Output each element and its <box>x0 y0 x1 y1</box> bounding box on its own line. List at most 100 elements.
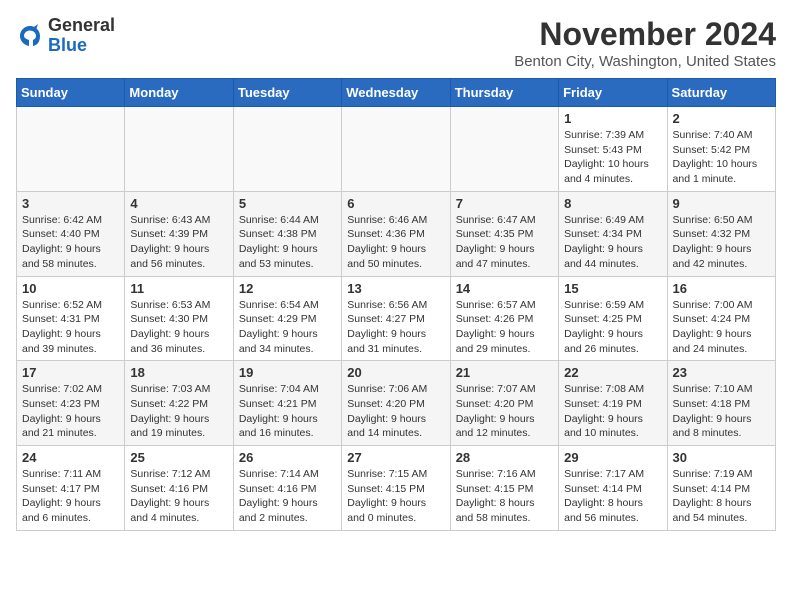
day-number: 20 <box>347 365 444 380</box>
calendar-cell <box>450 107 558 192</box>
location: Benton City, Washington, United States <box>514 53 776 70</box>
calendar-cell: 27 Sunrise: 7:15 AM Sunset: 4:15 PM Dayli… <box>342 446 450 531</box>
day-info: Sunrise: 7:03 AM Sunset: 4:22 PM Dayligh… <box>130 382 227 441</box>
day-info: Sunrise: 6:43 AM Sunset: 4:39 PM Dayligh… <box>130 213 227 272</box>
day-info: Sunrise: 7:12 AM Sunset: 4:16 PM Dayligh… <box>130 467 227 526</box>
calendar-body: 1 Sunrise: 7:39 AM Sunset: 5:43 PM Daylig… <box>17 107 776 531</box>
day-number: 6 <box>347 196 444 211</box>
day-number: 8 <box>564 196 661 211</box>
calendar: SundayMondayTuesdayWednesdayThursdayFrid… <box>16 78 776 531</box>
day-info: Sunrise: 7:16 AM Sunset: 4:15 PM Dayligh… <box>456 467 553 526</box>
calendar-cell: 28 Sunrise: 7:16 AM Sunset: 4:15 PM Dayli… <box>450 446 558 531</box>
calendar-cell: 15 Sunrise: 6:59 AM Sunset: 4:25 PM Dayli… <box>559 276 667 361</box>
day-info: Sunrise: 7:14 AM Sunset: 4:16 PM Dayligh… <box>239 467 336 526</box>
day-info: Sunrise: 6:50 AM Sunset: 4:32 PM Dayligh… <box>673 213 770 272</box>
logo: General Blue <box>16 16 115 56</box>
day-info: Sunrise: 7:39 AM Sunset: 5:43 PM Dayligh… <box>564 128 661 187</box>
calendar-week-row: 24Sunrise: 7:11 AM Sunset: 4:17 PM Dayli… <box>17 446 776 531</box>
calendar-cell <box>342 107 450 192</box>
calendar-cell <box>17 107 125 192</box>
day-info: Sunrise: 6:57 AM Sunset: 4:26 PM Dayligh… <box>456 298 553 357</box>
day-info: Sunrise: 7:40 AM Sunset: 5:42 PM Dayligh… <box>673 128 770 187</box>
day-info: Sunrise: 7:06 AM Sunset: 4:20 PM Dayligh… <box>347 382 444 441</box>
calendar-cell: 22 Sunrise: 7:08 AM Sunset: 4:19 PM Dayli… <box>559 361 667 446</box>
day-number: 13 <box>347 281 444 296</box>
calendar-cell: 4 Sunrise: 6:43 AM Sunset: 4:39 PM Daylig… <box>125 191 233 276</box>
day-info: Sunrise: 7:08 AM Sunset: 4:19 PM Dayligh… <box>564 382 661 441</box>
calendar-cell: 8 Sunrise: 6:49 AM Sunset: 4:34 PM Daylig… <box>559 191 667 276</box>
day-number: 29 <box>564 450 661 465</box>
day-info: Sunrise: 6:59 AM Sunset: 4:25 PM Dayligh… <box>564 298 661 357</box>
day-number: 26 <box>239 450 336 465</box>
header: General Blue November 2024 Benton City, … <box>16 16 776 70</box>
day-number: 19 <box>239 365 336 380</box>
day-number: 10 <box>22 281 119 296</box>
day-number: 25 <box>130 450 227 465</box>
calendar-cell: 3Sunrise: 6:42 AM Sunset: 4:40 PM Daylig… <box>17 191 125 276</box>
day-info: Sunrise: 7:17 AM Sunset: 4:14 PM Dayligh… <box>564 467 661 526</box>
day-info: Sunrise: 7:11 AM Sunset: 4:17 PM Dayligh… <box>22 467 119 526</box>
calendar-cell: 16Sunrise: 7:00 AM Sunset: 4:24 PM Dayli… <box>667 276 775 361</box>
day-number: 27 <box>347 450 444 465</box>
calendar-cell: 6 Sunrise: 6:46 AM Sunset: 4:36 PM Daylig… <box>342 191 450 276</box>
weekday-header-saturday: Saturday <box>667 79 775 107</box>
day-number: 12 <box>239 281 336 296</box>
day-info: Sunrise: 6:49 AM Sunset: 4:34 PM Dayligh… <box>564 213 661 272</box>
day-info: Sunrise: 6:44 AM Sunset: 4:38 PM Dayligh… <box>239 213 336 272</box>
day-number: 28 <box>456 450 553 465</box>
day-number: 9 <box>673 196 770 211</box>
weekday-header-monday: Monday <box>125 79 233 107</box>
day-number: 22 <box>564 365 661 380</box>
day-info: Sunrise: 6:53 AM Sunset: 4:30 PM Dayligh… <box>130 298 227 357</box>
day-number: 23 <box>673 365 770 380</box>
day-number: 16 <box>673 281 770 296</box>
weekday-header-row: SundayMondayTuesdayWednesdayThursdayFrid… <box>17 79 776 107</box>
day-info: Sunrise: 6:46 AM Sunset: 4:36 PM Dayligh… <box>347 213 444 272</box>
day-number: 2 <box>673 111 770 126</box>
day-info: Sunrise: 6:56 AM Sunset: 4:27 PM Dayligh… <box>347 298 444 357</box>
day-number: 14 <box>456 281 553 296</box>
weekday-header-friday: Friday <box>559 79 667 107</box>
weekday-header-tuesday: Tuesday <box>233 79 341 107</box>
calendar-cell <box>125 107 233 192</box>
day-info: Sunrise: 7:04 AM Sunset: 4:21 PM Dayligh… <box>239 382 336 441</box>
day-number: 4 <box>130 196 227 211</box>
day-info: Sunrise: 6:42 AM Sunset: 4:40 PM Dayligh… <box>22 213 119 272</box>
logo-icon <box>16 22 44 50</box>
day-info: Sunrise: 6:52 AM Sunset: 4:31 PM Dayligh… <box>22 298 119 357</box>
calendar-cell: 25 Sunrise: 7:12 AM Sunset: 4:16 PM Dayli… <box>125 446 233 531</box>
calendar-cell: 20 Sunrise: 7:06 AM Sunset: 4:20 PM Dayli… <box>342 361 450 446</box>
calendar-cell: 9 Sunrise: 6:50 AM Sunset: 4:32 PM Daylig… <box>667 191 775 276</box>
calendar-cell: 30 Sunrise: 7:19 AM Sunset: 4:14 PM Dayli… <box>667 446 775 531</box>
day-info: Sunrise: 7:10 AM Sunset: 4:18 PM Dayligh… <box>673 382 770 441</box>
calendar-cell: 21Sunrise: 7:07 AM Sunset: 4:20 PM Dayli… <box>450 361 558 446</box>
calendar-cell: 5Sunrise: 6:44 AM Sunset: 4:38 PM Daylig… <box>233 191 341 276</box>
day-number: 30 <box>673 450 770 465</box>
calendar-week-row: 10 Sunrise: 6:52 AM Sunset: 4:31 PM Dayli… <box>17 276 776 361</box>
calendar-cell: 19 Sunrise: 7:04 AM Sunset: 4:21 PM Dayli… <box>233 361 341 446</box>
weekday-header-sunday: Sunday <box>17 79 125 107</box>
day-info: Sunrise: 6:54 AM Sunset: 4:29 PM Dayligh… <box>239 298 336 357</box>
day-number: 1 <box>564 111 661 126</box>
day-info: Sunrise: 7:15 AM Sunset: 4:15 PM Dayligh… <box>347 467 444 526</box>
day-info: Sunrise: 7:07 AM Sunset: 4:20 PM Dayligh… <box>456 382 553 441</box>
calendar-cell: 26 Sunrise: 7:14 AM Sunset: 4:16 PM Dayli… <box>233 446 341 531</box>
calendar-week-row: 3Sunrise: 6:42 AM Sunset: 4:40 PM Daylig… <box>17 191 776 276</box>
day-number: 17 <box>22 365 119 380</box>
calendar-cell: 18Sunrise: 7:03 AM Sunset: 4:22 PM Dayli… <box>125 361 233 446</box>
day-number: 11 <box>130 281 227 296</box>
calendar-week-row: 17 Sunrise: 7:02 AM Sunset: 4:23 PM Dayli… <box>17 361 776 446</box>
calendar-cell: 2 Sunrise: 7:40 AM Sunset: 5:42 PM Daylig… <box>667 107 775 192</box>
calendar-cell: 12 Sunrise: 6:54 AM Sunset: 4:29 PM Dayli… <box>233 276 341 361</box>
day-info: Sunrise: 7:19 AM Sunset: 4:14 PM Dayligh… <box>673 467 770 526</box>
calendar-week-row: 1 Sunrise: 7:39 AM Sunset: 5:43 PM Daylig… <box>17 107 776 192</box>
day-info: Sunrise: 6:47 AM Sunset: 4:35 PM Dayligh… <box>456 213 553 272</box>
calendar-cell: 17 Sunrise: 7:02 AM Sunset: 4:23 PM Dayli… <box>17 361 125 446</box>
calendar-cell: 7 Sunrise: 6:47 AM Sunset: 4:35 PM Daylig… <box>450 191 558 276</box>
calendar-cell: 23 Sunrise: 7:10 AM Sunset: 4:18 PM Dayli… <box>667 361 775 446</box>
day-info: Sunrise: 7:02 AM Sunset: 4:23 PM Dayligh… <box>22 382 119 441</box>
day-number: 15 <box>564 281 661 296</box>
weekday-header-thursday: Thursday <box>450 79 558 107</box>
month-title: November 2024 <box>514 16 776 53</box>
day-number: 7 <box>456 196 553 211</box>
